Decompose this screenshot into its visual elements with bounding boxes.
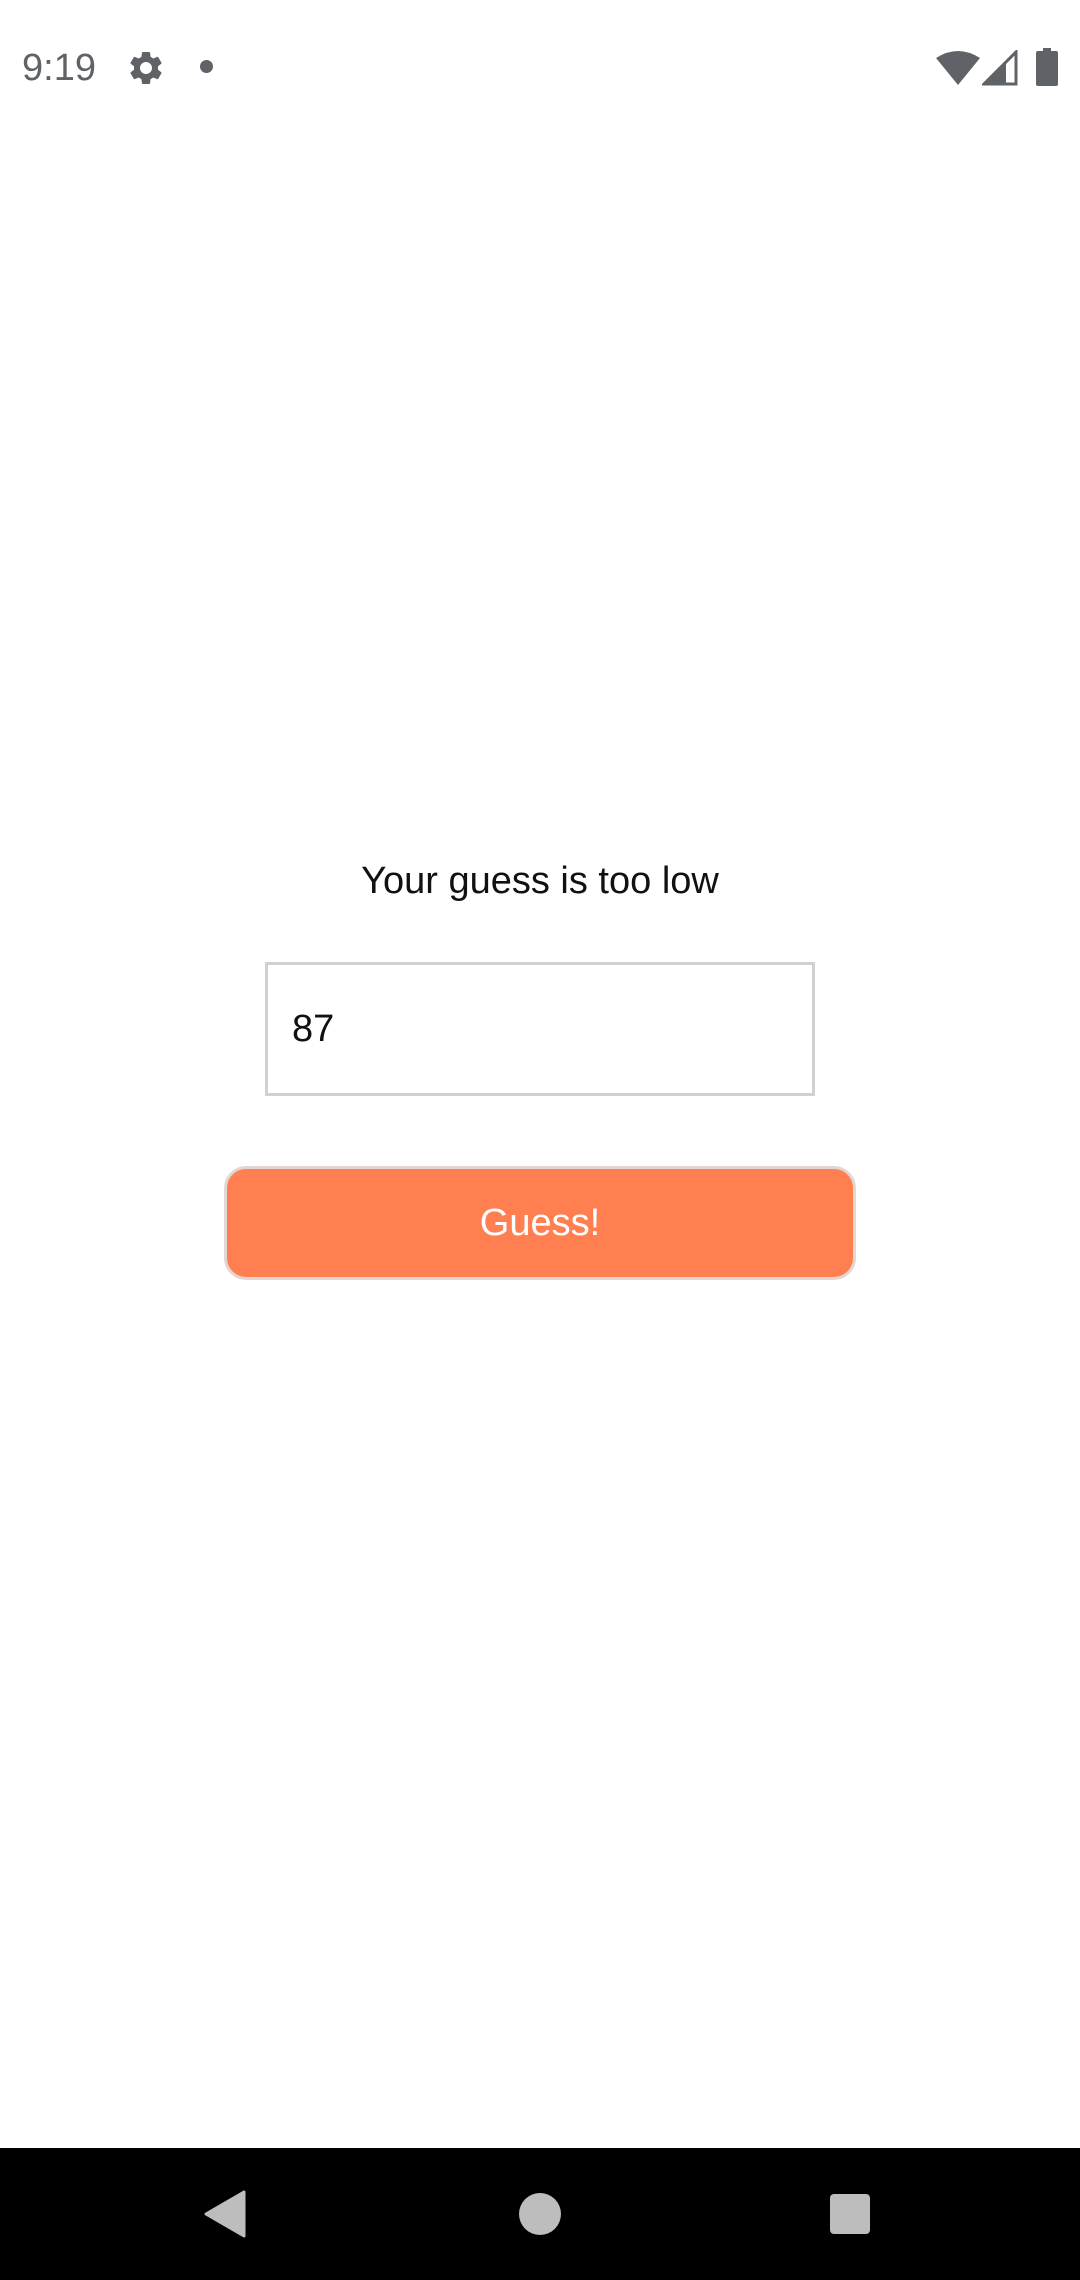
wifi-icon xyxy=(936,50,980,86)
battery-icon xyxy=(1036,48,1058,86)
recents-icon[interactable] xyxy=(830,2194,870,2234)
status-bar: 9:19 xyxy=(0,0,1080,132)
navigation-bar xyxy=(0,2148,1080,2280)
back-icon[interactable] xyxy=(204,2190,246,2238)
app-screen: 9:19 Your guess is too low Gu xyxy=(0,0,1080,2280)
gear-icon xyxy=(126,48,166,88)
guess-input[interactable] xyxy=(265,962,815,1096)
status-time: 9:19 xyxy=(22,47,96,89)
guess-feedback-message: Your guess is too low xyxy=(361,860,719,902)
guess-button[interactable]: Guess! xyxy=(224,1166,856,1280)
notification-dot-icon xyxy=(200,60,213,73)
home-icon[interactable] xyxy=(519,2193,561,2235)
signal-icon xyxy=(980,48,1018,86)
